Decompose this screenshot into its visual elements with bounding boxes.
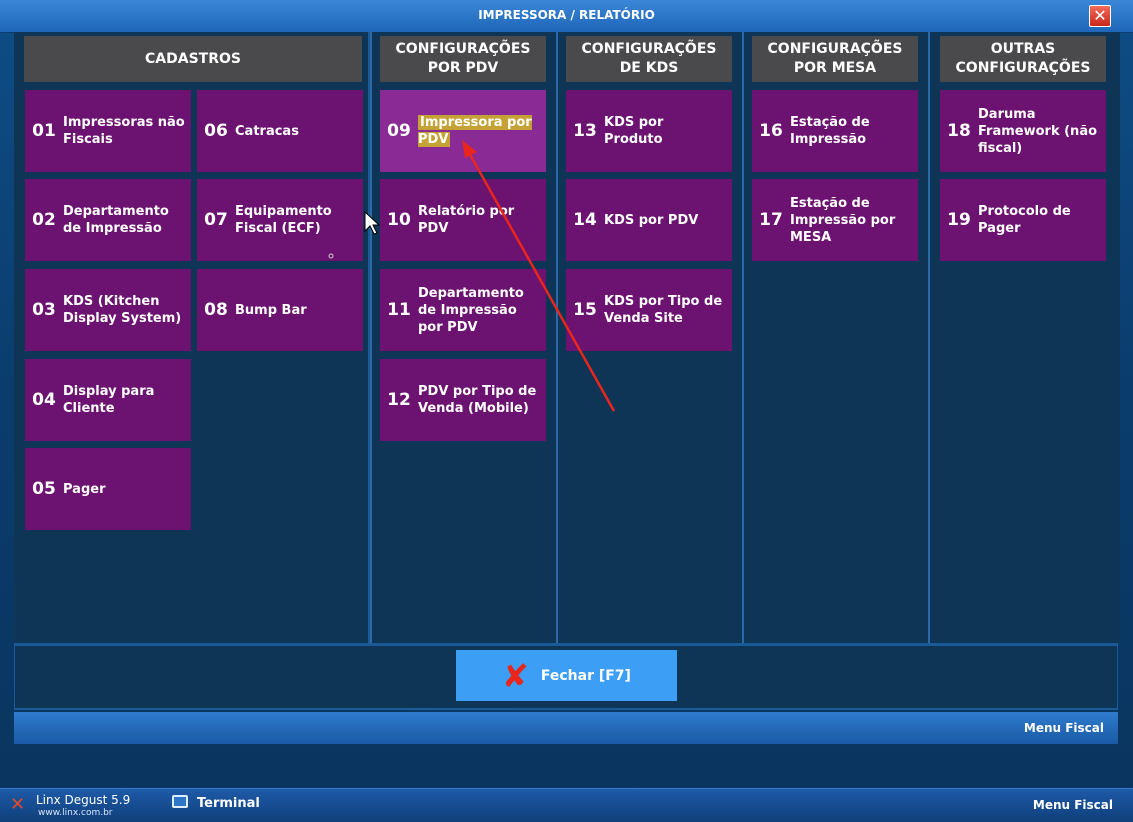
- column-cadastros: CADASTROS 01 Impressoras não Fiscais 06 …: [14, 32, 368, 643]
- tile-label: KDS (Kitchen Display System): [63, 294, 182, 326]
- tile-number: 14: [573, 210, 597, 230]
- tile-label: Bump Bar: [235, 302, 307, 318]
- tile-number: 12: [387, 390, 411, 410]
- tile-label: PDV por Tipo de Venda (Mobile): [418, 384, 537, 416]
- tile-number: 19: [947, 210, 971, 230]
- footer-bar: ✘ Fechar [F7]: [15, 646, 1117, 708]
- tile-label: Departamento de Impressão por PDV: [418, 285, 524, 335]
- tile-13-kds-por-produto[interactable]: 13 KDS por Produto: [566, 90, 732, 172]
- tile-number: 16: [759, 121, 783, 141]
- column-header-text: CONFIGURAÇÕES POR MESA: [767, 41, 903, 76]
- tile-17-estacao-de-impressao-por-mesa[interactable]: 17 Estação de Impressão por MESA: [752, 179, 918, 261]
- terminal-button[interactable]: Terminal: [197, 796, 260, 811]
- tile-number: 17: [759, 210, 783, 230]
- tile-label: Impressoras não Fiscais: [63, 115, 185, 147]
- column-header-text: OUTRAS CONFIGURAÇÕES: [955, 41, 1091, 76]
- tile-number: 15: [573, 300, 597, 320]
- fechar-label: Fechar [F7]: [540, 667, 631, 684]
- tile-number: 02: [32, 210, 56, 230]
- tile-label: Pager: [63, 481, 106, 497]
- tile-14-kds-por-pdv[interactable]: 14 KDS por PDV: [566, 179, 732, 261]
- tile-number: 03: [32, 300, 56, 320]
- terminal-icon[interactable]: [172, 795, 188, 808]
- tile-15-kds-por-tipo-de-venda-site[interactable]: 15 KDS por Tipo de Venda Site: [566, 269, 732, 351]
- tile-label: Impressora por PDV: [418, 114, 546, 148]
- app-name: Linx Degust 5.9: [36, 793, 131, 807]
- window-title: IMPRESSORA / RELATÓRIO: [478, 8, 655, 22]
- tile-label: Equipamento Fiscal (ECF): [235, 204, 332, 236]
- tile-11-departamento-impressao-por-pdv[interactable]: 11 Departamento de Impressão por PDV: [380, 269, 546, 351]
- tile-number: 05: [32, 479, 56, 499]
- tile-label: KDS por Tipo de Venda Site: [604, 294, 723, 326]
- column-header-por-pdv: CONFIGURAÇÕES POR PDV: [380, 36, 546, 82]
- column-header-text: CADASTROS: [145, 50, 241, 67]
- tile-number: 18: [947, 121, 971, 141]
- tile-label: Departamento de Impressão: [63, 204, 169, 236]
- tile-label: Relatório por PDV: [418, 204, 515, 236]
- tile-07-equipamento-fiscal[interactable]: 07 Equipamento Fiscal (ECF): [197, 179, 363, 261]
- tile-label: Display para Cliente: [63, 384, 155, 416]
- column-header-text: CONFIGURAÇÕES DE KDS: [581, 41, 717, 76]
- taskbar: ✕ Linx Degust 5.9 www.linx.com.br Termin…: [0, 788, 1133, 822]
- tile-number: 08: [204, 300, 228, 320]
- tile-03-kds-kitchen-display[interactable]: 03 KDS (Kitchen Display System): [25, 269, 191, 351]
- tile-16-estacao-de-impressao[interactable]: 16 Estação de Impressão: [752, 90, 918, 172]
- column-header-cadastros: CADASTROS: [24, 36, 362, 82]
- tile-label: Estação de Impressão por MESA: [790, 195, 896, 245]
- column-header-outras: OUTRAS CONFIGURAÇÕES: [940, 36, 1106, 82]
- menu-fiscal-link[interactable]: Menu Fiscal: [1024, 721, 1104, 735]
- column-configuracoes-de-kds: CONFIGURAÇÕES DE KDS 13 KDS por Produto …: [556, 32, 742, 643]
- tile-number: 01: [32, 121, 56, 141]
- menu-fiscal-bar: Menu Fiscal: [14, 712, 1118, 744]
- tile-08-bump-bar[interactable]: 08 Bump Bar: [197, 269, 363, 351]
- tile-number: 06: [204, 121, 228, 141]
- column-configuracoes-por-pdv: CONFIGURAÇÕES POR PDV 09 Impressora por …: [370, 32, 556, 643]
- column-header-por-mesa: CONFIGURAÇÕES POR MESA: [752, 36, 918, 82]
- column-outras-configuracoes: OUTRAS CONFIGURAÇÕES 18 Daruma Framework…: [928, 32, 1120, 643]
- tile-label: Estação de Impressão: [790, 115, 870, 147]
- tile-19-protocolo-de-pager[interactable]: 19 Protocolo de Pager: [940, 179, 1106, 261]
- tile-06-catracas[interactable]: 06 Catracas: [197, 90, 363, 172]
- tile-18-daruma-framework[interactable]: 18 Daruma Framework (não fiscal): [940, 90, 1106, 172]
- tile-label: KDS por Produto: [604, 115, 664, 147]
- tile-label: Catracas: [235, 123, 299, 139]
- tile-number: 04: [32, 390, 56, 410]
- tile-09-impressora-por-pdv[interactable]: 09 Impressora por PDV: [380, 90, 546, 172]
- tile-number: 11: [387, 300, 411, 320]
- column-header-de-kds: CONFIGURAÇÕES DE KDS: [566, 36, 732, 82]
- tile-label: Daruma Framework (não fiscal): [978, 106, 1098, 156]
- tile-label: Protocolo de Pager: [978, 204, 1071, 236]
- tile-04-display-para-cliente[interactable]: 04 Display para Cliente: [25, 359, 191, 441]
- close-icon[interactable]: ✕: [1089, 5, 1111, 27]
- close-x-icon: ✘: [502, 656, 529, 695]
- column-configuracoes-por-mesa: CONFIGURAÇÕES POR MESA 16 Estação de Imp…: [742, 32, 928, 643]
- tile-number: 10: [387, 210, 411, 230]
- tile-number: 07: [204, 210, 228, 230]
- tile-02-departamento-de-impressao[interactable]: 02 Departamento de Impressão: [25, 179, 191, 261]
- tile-12-pdv-por-tipo-de-venda[interactable]: 12 PDV por Tipo de Venda (Mobile): [380, 359, 546, 441]
- tile-label-highlight: Impressora por PDV: [418, 115, 532, 147]
- column-header-text: CONFIGURAÇÕES POR PDV: [395, 41, 531, 76]
- tile-10-relatorio-por-pdv[interactable]: 10 Relatório por PDV: [380, 179, 546, 261]
- linx-logo-icon: ✕: [10, 794, 26, 815]
- main-panel: CADASTROS 01 Impressoras não Fiscais 06 …: [14, 32, 1120, 710]
- app-url: www.linx.com.br: [38, 808, 113, 818]
- tile-number: 13: [573, 121, 597, 141]
- tile-label: KDS por PDV: [604, 212, 699, 228]
- tile-01-impressoras-nao-fiscais[interactable]: 01 Impressoras não Fiscais: [25, 90, 191, 172]
- taskbar-menu-fiscal[interactable]: Menu Fiscal: [1033, 798, 1113, 812]
- tile-05-pager[interactable]: 05 Pager: [25, 448, 191, 530]
- window-titlebar: IMPRESSORA / RELATÓRIO ✕: [0, 0, 1133, 33]
- tile-number: 09: [387, 121, 411, 141]
- fechar-button[interactable]: ✘ Fechar [F7]: [456, 650, 677, 701]
